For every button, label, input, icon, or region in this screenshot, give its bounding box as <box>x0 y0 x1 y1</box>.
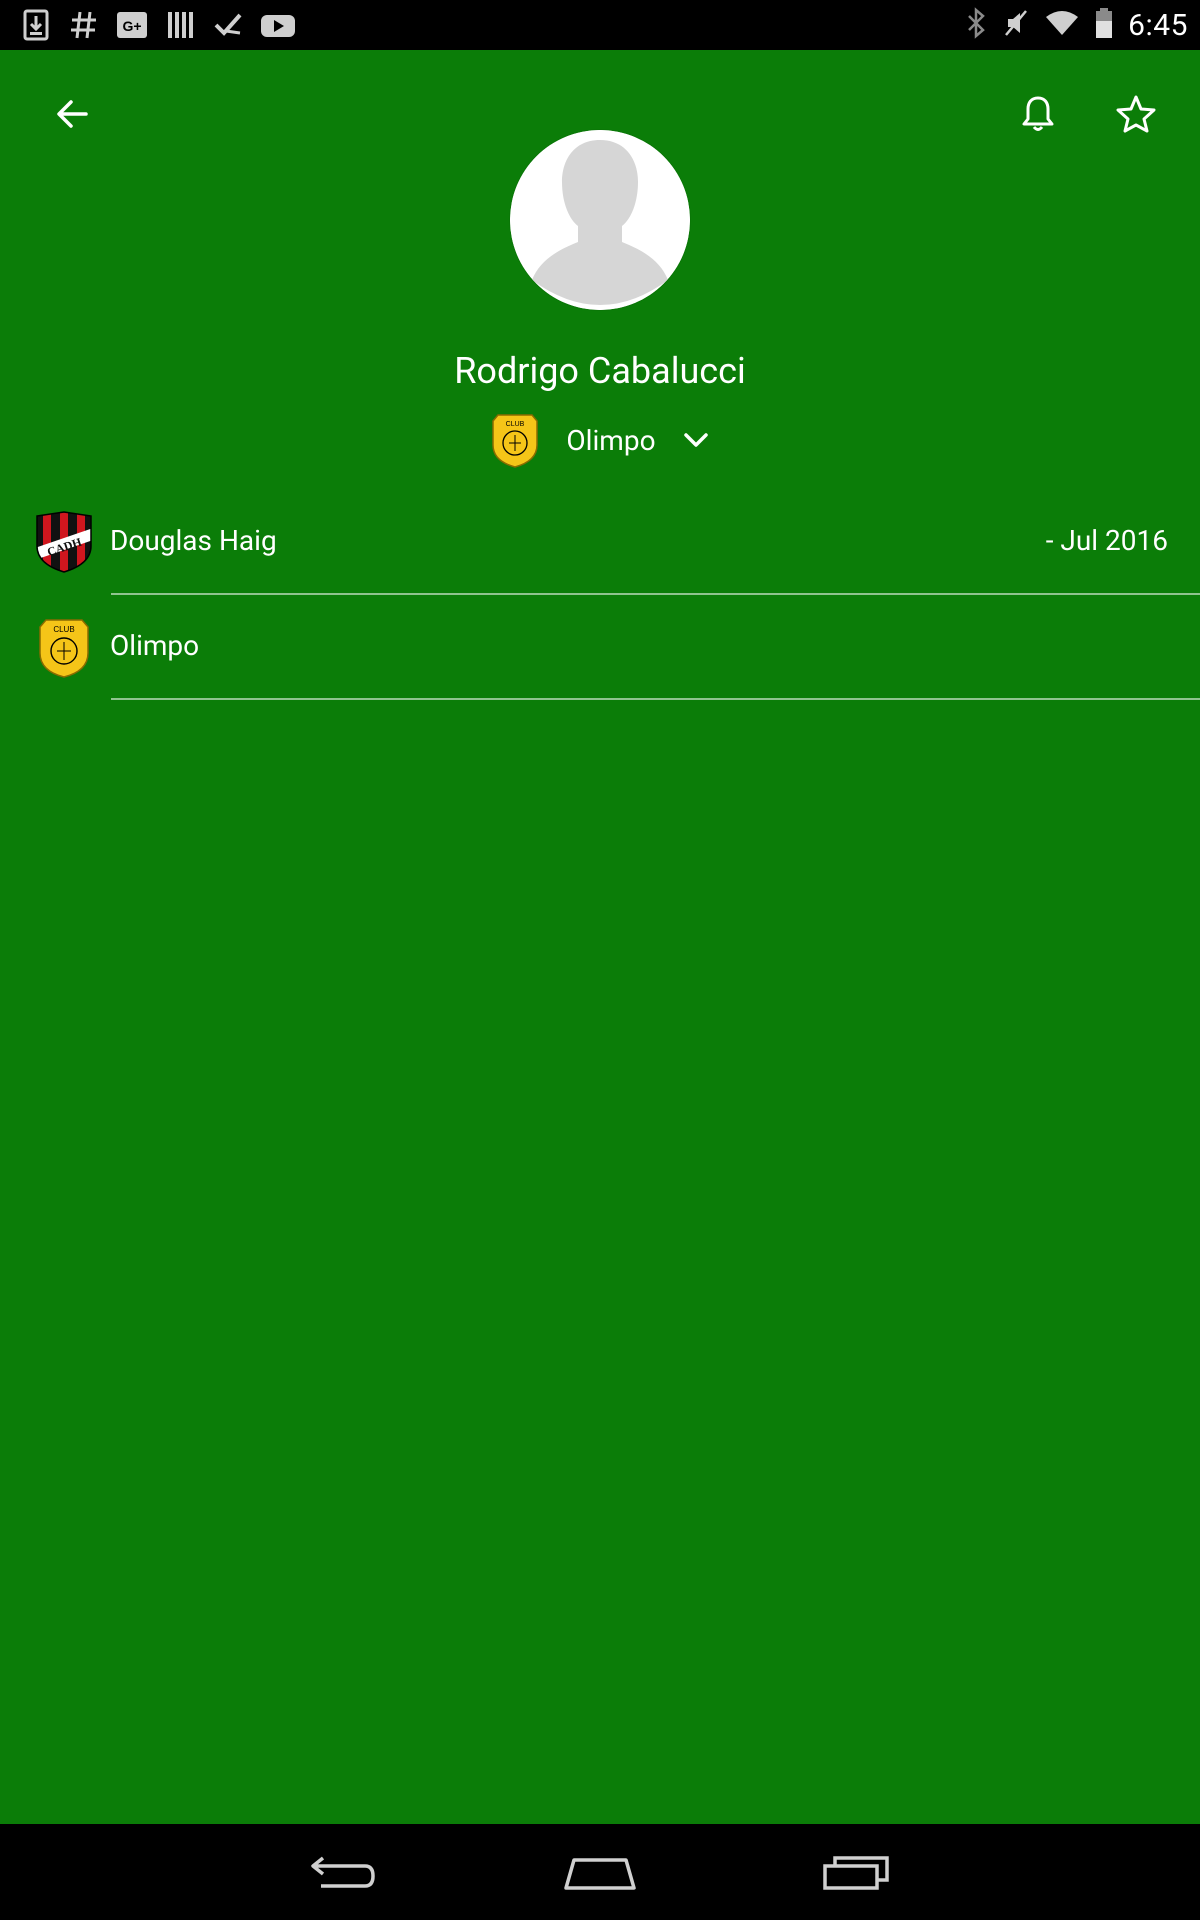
career-list: CADH Douglas Haig - Jul 2016 CLUB Olimpo <box>0 490 1200 700</box>
douglas-haig-crest-icon: CADH <box>36 511 92 573</box>
nav-back-button[interactable] <box>283 1838 403 1906</box>
star-outline-icon <box>1116 95 1156 133</box>
divider <box>111 698 1200 700</box>
career-row-olimpo[interactable]: CLUB Olimpo <box>0 595 1200 700</box>
recent-apps-icon <box>823 1856 889 1890</box>
club-name: Douglas Haig <box>110 524 277 557</box>
career-row-douglas-haig[interactable]: CADH Douglas Haig - Jul 2016 <box>0 490 1200 595</box>
olimpo-crest-icon: CLUB <box>39 619 89 678</box>
hashtag-icon <box>68 9 100 41</box>
tasks-icon <box>212 9 244 41</box>
player-name: Rodrigo Cabalucci <box>454 350 746 392</box>
back-icon <box>311 1856 375 1888</box>
notifications-button[interactable] <box>1002 78 1074 150</box>
svg-text:CLUB: CLUB <box>53 625 74 634</box>
svg-text:G+: G+ <box>122 18 141 34</box>
youtube-icon <box>260 9 295 41</box>
status-bar: G+ 6:45 <box>0 0 1200 50</box>
arrow-back-icon <box>57 100 88 128</box>
nav-recents-button[interactable] <box>797 1838 917 1906</box>
favorite-button[interactable] <box>1100 78 1172 150</box>
svg-text:CLUB: CLUB <box>506 421 525 428</box>
person-placeholder-icon <box>510 130 690 310</box>
team-dropdown[interactable]: CLUB Olimpo <box>0 410 1200 470</box>
olimpo-crest-icon: CLUB <box>492 414 539 468</box>
download-icon <box>20 9 52 41</box>
notification-icons: G+ <box>20 8 308 42</box>
bell-icon <box>1022 96 1054 131</box>
status-clock: 6:45 <box>1128 7 1188 43</box>
battery-icon <box>1094 7 1114 43</box>
system-icons: 6:45 <box>950 7 1188 43</box>
library-icon <box>164 9 196 41</box>
current-team-label: Olimpo <box>566 423 656 457</box>
player-avatar <box>510 130 690 310</box>
bluetooth-icon <box>964 7 988 43</box>
wifi-icon <box>1044 7 1080 43</box>
career-period: - Jul 2016 <box>1045 524 1168 557</box>
google-plus-icon: G+ <box>116 9 148 41</box>
chevron-down-icon <box>683 433 708 447</box>
back-button[interactable] <box>36 78 108 150</box>
club-name: Olimpo <box>110 629 200 662</box>
navigation-bar <box>0 1824 1200 1920</box>
home-icon <box>564 1858 636 1890</box>
nav-home-button[interactable] <box>540 1838 660 1906</box>
mute-icon <box>1002 7 1030 43</box>
